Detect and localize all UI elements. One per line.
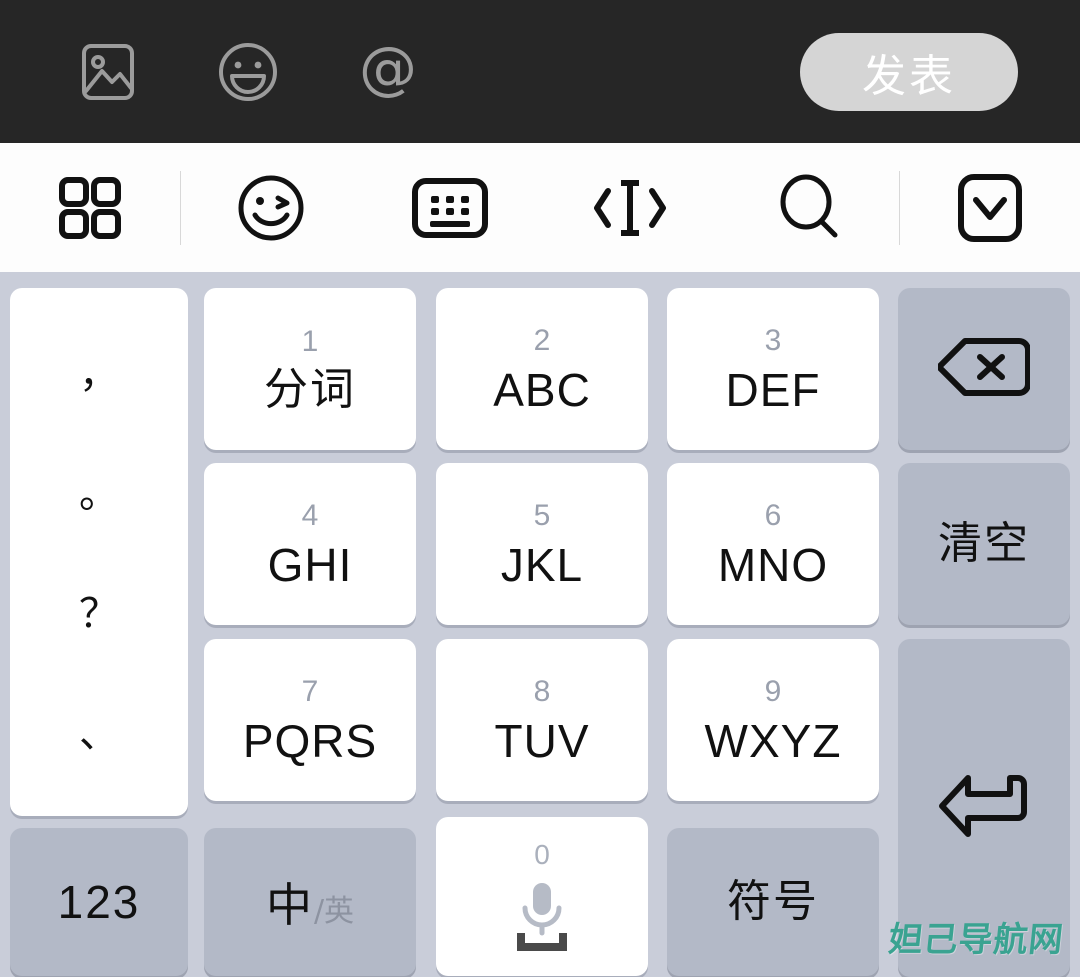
- key-4[interactable]: 4 GHI: [204, 463, 416, 625]
- post-button-label: 发表: [862, 51, 956, 102]
- symbol-key-label: 符号: [727, 876, 819, 927]
- key-1-label: 分词: [264, 363, 356, 415]
- key-3-digit: 3: [764, 323, 782, 357]
- language-primary: 中: [265, 878, 312, 932]
- language-toggle-key[interactable]: 中 /英: [204, 828, 416, 976]
- key-2-digit: 2: [533, 323, 551, 357]
- symbol-key[interactable]: 符号: [667, 828, 879, 976]
- key-8[interactable]: 8 TUV: [436, 639, 648, 801]
- emoji-wink-icon[interactable]: [181, 143, 361, 272]
- key-3-label: DEF: [725, 363, 821, 416]
- punct-comma: ，: [79, 351, 119, 397]
- punct-enum: 、: [79, 711, 119, 757]
- compose-icon-group: @: [0, 24, 436, 120]
- key-3[interactable]: 3 DEF: [667, 288, 879, 450]
- microphone-icon: [509, 875, 575, 953]
- key-5-label: JKL: [500, 538, 584, 591]
- punctuation-key[interactable]: ， 。 ？ 、: [10, 288, 188, 816]
- space-key-digit: 0: [534, 838, 550, 870]
- language-secondary: /英: [313, 894, 355, 929]
- cursor-move-icon[interactable]: [540, 143, 720, 272]
- svg-text:@: @: [359, 41, 417, 102]
- key-5[interactable]: 5 JKL: [436, 463, 648, 625]
- punct-period: 。: [79, 471, 119, 517]
- compose-toolbar: @ 发表: [0, 0, 1080, 143]
- key-9-label: WXYZ: [704, 714, 842, 767]
- t9-keyboard: ， 。 ？ 、 1 分词 2 ABC 3 DEF 4 GHI 5 JKL 6 M…: [0, 272, 1080, 977]
- keyboard-function-toolbar: [0, 143, 1080, 272]
- clear-key-label: 清空: [938, 518, 1030, 569]
- image-icon[interactable]: [60, 24, 156, 120]
- emoji-icon[interactable]: [200, 24, 296, 120]
- keyboard-icon[interactable]: [360, 143, 540, 272]
- language-toggle-label: 中 /英: [266, 869, 354, 935]
- clear-key[interactable]: 清空: [898, 463, 1070, 625]
- key-4-digit: 4: [301, 498, 319, 532]
- key-9-digit: 9: [764, 674, 782, 708]
- post-button[interactable]: 发表: [800, 33, 1018, 111]
- key-1-digit: 1: [301, 324, 319, 358]
- numeric-mode-key[interactable]: 123: [10, 828, 188, 976]
- chevron-down-icon[interactable]: [900, 143, 1080, 272]
- key-6-digit: 6: [764, 498, 782, 532]
- grid-apps-icon[interactable]: [0, 143, 180, 272]
- key-9[interactable]: 9 WXYZ: [667, 639, 879, 801]
- key-1[interactable]: 1 分词: [204, 288, 416, 450]
- key-8-label: TUV: [494, 714, 590, 767]
- backspace-key[interactable]: [898, 288, 1070, 450]
- key-8-digit: 8: [533, 674, 551, 708]
- key-7-digit: 7: [301, 674, 319, 708]
- phone-screen: @ 发表 ， 。 ？ 、 1 分词 2 ABC 3 DEF 4 GHI 5 JK…: [0, 0, 1080, 977]
- enter-key[interactable]: [898, 639, 1070, 977]
- key-6-label: MNO: [717, 538, 829, 591]
- space-key[interactable]: 0: [436, 817, 648, 976]
- key-7-label: PQRS: [242, 714, 378, 767]
- search-icon[interactable]: [720, 143, 900, 272]
- enter-return-icon: [936, 768, 1032, 849]
- backspace-icon: [936, 336, 1031, 403]
- key-5-digit: 5: [533, 498, 551, 532]
- key-4-label: GHI: [267, 538, 353, 591]
- mention-at-icon[interactable]: @: [340, 24, 436, 120]
- key-2[interactable]: 2 ABC: [436, 288, 648, 450]
- key-6[interactable]: 6 MNO: [667, 463, 879, 625]
- punct-question: ？: [79, 591, 119, 637]
- key-2-label: ABC: [493, 363, 591, 416]
- key-7[interactable]: 7 PQRS: [204, 639, 416, 801]
- numeric-mode-label: 123: [57, 876, 141, 928]
